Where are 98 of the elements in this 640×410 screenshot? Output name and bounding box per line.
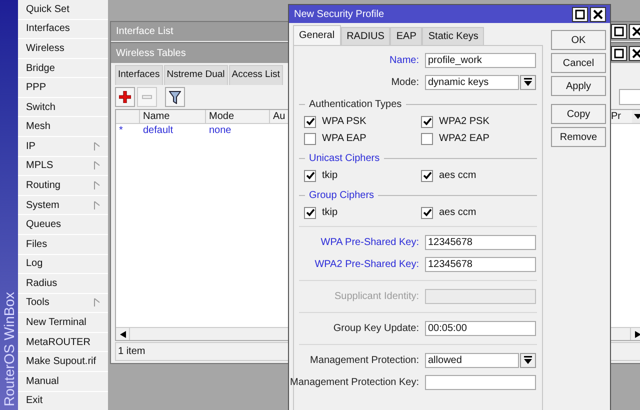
submenu-arrow-icon <box>94 298 100 308</box>
menu-item[interactable]: Wireless <box>18 39 108 58</box>
tab[interactable]: EAP <box>390 27 422 45</box>
brand-label: RouterOS WinBox <box>0 292 18 406</box>
window-title: Wireless Tables <box>116 46 186 60</box>
menu-item[interactable]: Make Supout.rif <box>18 352 108 371</box>
menu-item[interactable]: Bridge <box>18 58 108 78</box>
dialog-button[interactable]: Apply <box>551 76 606 96</box>
field-label: Name: <box>390 54 419 68</box>
dialog-button[interactable]: Copy <box>551 104 606 124</box>
maximize-icon[interactable] <box>611 46 627 60</box>
menu-item[interactable]: Files <box>18 234 108 254</box>
column-header[interactable]: Mode <box>206 110 270 123</box>
menu-item[interactable]: System <box>18 196 108 214</box>
status-text: 1 item <box>118 345 146 359</box>
add-button[interactable] <box>115 87 135 107</box>
tab[interactable]: RADIUS <box>340 27 390 45</box>
field-label: Management Protection Key: <box>290 376 419 390</box>
menu-item[interactable]: Tools <box>18 294 108 312</box>
table-cell-text: none <box>208 124 232 138</box>
input-field[interactable]: 12345678 <box>425 234 536 250</box>
field-label: Group Key Update: <box>333 322 419 336</box>
menu-item[interactable]: IP <box>18 137 108 156</box>
checkbox[interactable] <box>304 170 316 182</box>
checkbox-label: WPA EAP <box>322 132 366 146</box>
table-cell-text: default <box>142 124 174 138</box>
tab[interactable]: Static Keys <box>422 27 484 45</box>
input-field[interactable]: 00:05:00 <box>425 320 536 336</box>
checkbox-label: aes ccm <box>439 206 476 220</box>
maximize-icon[interactable] <box>572 6 588 22</box>
input-field[interactable]: 12345678 <box>425 256 536 272</box>
menu-item[interactable]: PPP <box>18 78 108 97</box>
checkbox-label: tkip <box>322 169 338 183</box>
scroll-right-button[interactable] <box>630 328 640 340</box>
input-field[interactable]: profile_work <box>425 52 536 68</box>
submenu-arrow-icon <box>94 161 100 170</box>
left-arrow-icon <box>120 330 126 338</box>
column-header[interactable]: Name <box>140 110 206 123</box>
checkbox[interactable] <box>421 206 433 218</box>
submenu-arrow-icon <box>94 142 100 151</box>
group-title: Authentication Types <box>309 98 402 112</box>
input-field[interactable] <box>425 374 536 390</box>
field-label: Supplicant Identity: <box>334 290 419 304</box>
menu-item[interactable]: Manual <box>18 372 108 391</box>
menu-item[interactable]: Radius <box>18 274 108 293</box>
menu-item[interactable]: MetaROUTER <box>18 332 108 352</box>
close-icon[interactable] <box>590 6 606 22</box>
menu-item[interactable]: Routing <box>18 176 108 195</box>
group-title: Group Ciphers <box>309 188 374 202</box>
dropdown-arrow-icon <box>524 356 532 364</box>
row-marker: * <box>118 124 124 138</box>
checkbox-label: WPA PSK <box>322 115 366 129</box>
group-title: Unicast Ciphers <box>309 152 380 166</box>
right-arrow-icon <box>634 330 640 338</box>
select-field[interactable]: allowed <box>425 352 519 368</box>
minus-icon <box>142 95 152 99</box>
dialog-button[interactable]: Remove <box>551 127 606 147</box>
menu-item[interactable]: Exit <box>18 392 108 410</box>
checkbox[interactable] <box>304 116 316 128</box>
filter-button[interactable] <box>165 87 185 107</box>
tab[interactable]: Nstreme Dual <box>164 65 228 85</box>
dialog-button[interactable]: OK <box>551 30 606 50</box>
field-label: WPA Pre-Shared Key: <box>320 236 419 250</box>
field-label: WPA2 Pre-Shared Key: <box>314 258 419 272</box>
field-label: Mode: <box>391 76 419 90</box>
checkbox-label: aes ccm <box>439 169 476 183</box>
dropdown-button[interactable] <box>520 352 536 368</box>
checkbox-label: tkip <box>322 206 338 220</box>
menu-item[interactable]: Mesh <box>18 117 108 136</box>
maximize-icon[interactable] <box>611 24 627 39</box>
tab[interactable]: Access List <box>228 65 283 85</box>
menu-item[interactable]: MPLS <box>18 156 108 176</box>
checkbox[interactable] <box>421 116 433 128</box>
menu-item[interactable]: Queues <box>18 215 108 234</box>
menu-item[interactable]: Quick Set <box>18 0 108 19</box>
menu-item[interactable]: Log <box>18 254 108 274</box>
dropdown-button[interactable] <box>520 74 536 90</box>
find-field[interactable] <box>619 89 640 105</box>
menu-item[interactable]: Switch <box>18 98 108 116</box>
dialog-title: New Security Profile <box>294 8 384 22</box>
menu-item[interactable]: Interfaces <box>18 20 108 38</box>
checkbox[interactable] <box>304 132 316 144</box>
select-field[interactable]: dynamic keys <box>425 74 519 90</box>
tab[interactable]: General <box>293 25 341 45</box>
dialog-button[interactable]: Cancel <box>551 53 606 73</box>
field-label: Management Protection: <box>310 354 419 368</box>
submenu-arrow-icon <box>94 180 100 190</box>
dropdown-arrow-icon <box>524 78 532 86</box>
checkbox-label: WPA2 EAP <box>439 132 490 146</box>
checkbox[interactable] <box>421 132 433 144</box>
checkbox[interactable] <box>421 170 433 182</box>
checkbox[interactable] <box>304 206 316 218</box>
tab[interactable]: Interfaces <box>115 65 163 85</box>
window-title: Interface List <box>116 25 174 39</box>
submenu-arrow-icon <box>94 200 100 210</box>
caret-icon <box>634 114 640 119</box>
checkbox-label: WPA2 PSK <box>439 115 490 129</box>
menu-item[interactable]: New Terminal <box>18 313 108 332</box>
